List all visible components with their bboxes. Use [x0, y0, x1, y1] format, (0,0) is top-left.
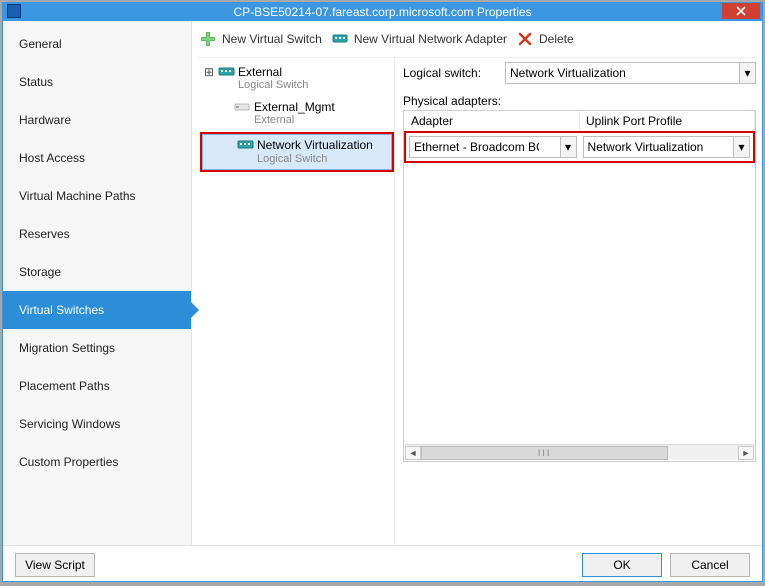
- toolbar: New Virtual Switch New Virtual Network A…: [198, 25, 756, 58]
- tree-node-external[interactable]: ⊞ External Logical Switch: [200, 62, 394, 96]
- node-label: External: [238, 65, 308, 79]
- scroll-right-button[interactable]: ►: [738, 446, 754, 460]
- horizontal-scrollbar[interactable]: ◄ III ►: [405, 444, 754, 460]
- sidebar-item-migration-settings[interactable]: Migration Settings: [3, 329, 191, 367]
- sidebar-item-status[interactable]: Status: [3, 63, 191, 101]
- physical-adapters-label: Physical adapters:: [403, 94, 756, 108]
- sidebar-item-placement-paths[interactable]: Placement Paths: [3, 367, 191, 405]
- node-label: Network Virtualization: [257, 138, 373, 152]
- sidebar-item-reserves[interactable]: Reserves: [3, 215, 191, 253]
- node-sub: Logical Switch: [257, 153, 373, 166]
- main-panel: New Virtual Switch New Virtual Network A…: [192, 21, 762, 545]
- switch-icon: [237, 140, 253, 150]
- delete-button[interactable]: Delete: [517, 31, 574, 47]
- column-uplink-profile[interactable]: Uplink Port Profile: [580, 111, 755, 132]
- network-adapter-icon: [332, 31, 348, 47]
- tree-node-network-virtualization[interactable]: Network Virtualization Logical Switch: [202, 134, 392, 170]
- sidebar-item-general[interactable]: General: [3, 25, 191, 63]
- logical-switch-label: Logical switch:: [403, 66, 497, 80]
- window-title: CP-BSE50214-07.fareast.corp.microsoft.co…: [233, 5, 531, 19]
- view-script-button[interactable]: View Script: [15, 553, 95, 577]
- column-adapter[interactable]: Adapter: [405, 111, 580, 132]
- annotation-highlight: Network Virtualization Logical Switch: [200, 132, 394, 172]
- logical-switch-row: Logical switch: Network Virtualization ▾: [403, 62, 756, 84]
- scroll-left-button[interactable]: ◄: [405, 446, 421, 460]
- node-label: External_Mgmt: [254, 100, 335, 114]
- sidebar: General Status Hardware Host Access Virt…: [3, 21, 192, 545]
- logical-switch-combo[interactable]: Network Virtualization ▾: [505, 62, 756, 84]
- tree-node-external-mgmt[interactable]: External_Mgmt External: [200, 97, 394, 131]
- close-icon: [736, 6, 746, 16]
- cancel-button[interactable]: Cancel: [670, 553, 750, 577]
- sidebar-item-hardware[interactable]: Hardware: [3, 101, 191, 139]
- sidebar-item-virtual-switches[interactable]: Virtual Switches: [3, 291, 191, 329]
- scroll-track[interactable]: III: [421, 446, 738, 460]
- switch-icon: [218, 67, 234, 77]
- chevron-down-icon[interactable]: ▾: [560, 137, 576, 157]
- node-sub: Logical Switch: [238, 79, 308, 92]
- logical-switch-value: Network Virtualization: [510, 66, 626, 80]
- new-virtual-network-adapter-button[interactable]: New Virtual Network Adapter: [332, 31, 507, 47]
- system-menu-icon[interactable]: [7, 4, 21, 18]
- adapter-value: Ethernet - Broadcom BCN: [414, 140, 539, 154]
- physical-adapters-table: Adapter Uplink Port Profile Ethernet - B…: [403, 110, 756, 462]
- footer: View Script OK Cancel: [3, 545, 762, 583]
- window-close-button[interactable]: [722, 3, 760, 19]
- new-virtual-switch-button[interactable]: New Virtual Switch: [200, 31, 322, 47]
- uplink-value: Network Virtualization: [588, 140, 704, 154]
- adapter-combo[interactable]: Ethernet - Broadcom BCN ▾: [409, 136, 577, 158]
- adapter-row: Ethernet - Broadcom BCN ▾ Network Virtua…: [405, 132, 754, 162]
- body-columns: ⊞ External Logical Switch: [198, 58, 756, 545]
- ok-button[interactable]: OK: [582, 553, 662, 577]
- sidebar-item-storage[interactable]: Storage: [3, 253, 191, 291]
- adapter-icon: [234, 102, 250, 112]
- scroll-thumb[interactable]: III: [421, 446, 668, 460]
- details-panel: Logical switch: Network Virtualization ▾…: [394, 58, 756, 545]
- node-sub: External: [254, 114, 335, 127]
- chevron-down-icon[interactable]: ▾: [739, 63, 755, 83]
- plus-icon: [200, 31, 216, 47]
- uplink-combo[interactable]: Network Virtualization ▾: [583, 136, 751, 158]
- sidebar-item-host-access[interactable]: Host Access: [3, 139, 191, 177]
- chevron-down-icon[interactable]: ▾: [733, 137, 749, 157]
- delete-x-icon: [517, 31, 533, 47]
- expander-icon[interactable]: ⊞: [204, 65, 214, 79]
- sidebar-item-custom-properties[interactable]: Custom Properties: [3, 443, 191, 481]
- titlebar[interactable]: CP-BSE50214-07.fareast.corp.microsoft.co…: [3, 3, 762, 21]
- content-area: General Status Hardware Host Access Virt…: [3, 21, 762, 545]
- properties-window: CP-BSE50214-07.fareast.corp.microsoft.co…: [2, 2, 763, 582]
- sidebar-item-servicing-windows[interactable]: Servicing Windows: [3, 405, 191, 443]
- switch-tree: ⊞ External Logical Switch: [198, 58, 394, 545]
- sidebar-item-vm-paths[interactable]: Virtual Machine Paths: [3, 177, 191, 215]
